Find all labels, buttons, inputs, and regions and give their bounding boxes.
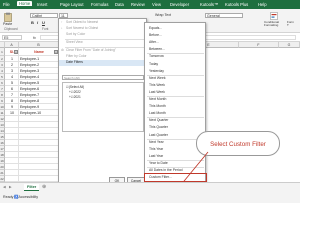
italic-button[interactable]: I [37,20,38,25]
menu-item-label: Sort Newest to Oldest [66,26,99,30]
paste-button[interactable]: Paste [3,12,13,26]
underline-button[interactable]: U [42,20,45,25]
submenu-item-equals[interactable]: Equals... [145,25,206,32]
tree-item-year[interactable]: +☑2021 [69,95,81,99]
conditional-formatting-label: Conditional Formatting [264,20,280,28]
clipboard-group-label: Clipboard [4,27,18,31]
tab-help[interactable]: Help [258,2,267,7]
tree-item-label: 2022 [73,90,81,94]
sheet-tab-filter[interactable]: Filter [24,184,40,191]
fx-label: fx [33,35,36,40]
submenu-item-between[interactable]: Between... [145,46,206,53]
status-ready: Ready [3,195,14,199]
submenu-item-year-to-date[interactable]: Year to Date [145,160,206,167]
name-box[interactable]: E5 [2,35,22,40]
tab-view[interactable]: View [152,2,161,7]
submenu-item-tomorrow[interactable]: Tomorrow [145,53,206,60]
bold-button[interactable]: B [31,20,34,25]
status-bar: Ready ♿Accessibility [0,191,300,203]
tab-file[interactable]: File [3,2,10,7]
menu-item-clear-filter[interactable]: ⊘ Clear Filter From "Date of Joining" [59,48,147,54]
menu-item-label: Sort Oldest to Newest [66,20,99,24]
filter-values-tree[interactable]: ☑(Select All) +☑2022 +☑2021 [62,82,144,132]
sheet-tabs-bar: ◀ ▶ Filter ⊕ [0,182,300,191]
submenu-item-today[interactable]: Today [145,61,206,68]
sort-desc-icon: ↓ [61,26,63,30]
menu-item-label: Date Filters [66,60,83,64]
date-filters-submenu: Equals... Before... After... Between... Tomo… [144,22,207,195]
tab-home[interactable]: Home [17,1,33,6]
prev-sheet-icon[interactable]: ◀ [3,185,6,189]
ribbon-tab-bar: File Home Insert Page Layout Formulas Da… [0,0,300,9]
submenu-item-this-quarter[interactable]: This Quarter [145,124,206,131]
tree-item-year[interactable]: +☑2022 [69,90,81,94]
next-sheet-icon[interactable]: ▶ [9,185,12,189]
filter-dropdown-menu: ↑ Sort Oldest to Newest ↓ Sort Newest to O… [58,18,147,188]
tab-review[interactable]: Review [131,2,145,7]
conditional-formatting-button[interactable]: Conditional Formatting [264,12,284,30]
menu-item-label: Sort by Color [66,32,86,36]
clear-filter-icon: ⊘ [61,48,64,52]
submenu-item-all-dates-in-the-period[interactable]: All Dates in the Period [145,167,206,174]
tree-item-select-all[interactable]: ☑(Select All) [66,85,84,89]
menu-item-sheet-view[interactable]: Sheet View› [59,40,147,46]
filter-dropdown-button[interactable]: ▾ [14,50,18,54]
submenu-item-custom-filter[interactable]: Custom Filter... [144,173,207,182]
menu-item-sort-newest[interactable]: ↓ Sort Newest to Oldest [59,26,147,32]
menu-item-date-filters[interactable]: Date Filters› [59,60,147,66]
tab-insert[interactable]: Insert [37,2,47,7]
clipboard-icon [4,12,12,22]
submenu-item-yesterday[interactable]: Yesterday [145,68,206,75]
format-as-table-label[interactable]: Form T [287,20,294,28]
tab-data[interactable]: Data [115,2,124,7]
add-sheet-icon[interactable]: ⊕ [42,184,46,190]
number-format-select[interactable]: General [205,13,243,18]
tab-kutools[interactable]: Kutools™ [200,2,218,7]
menu-item-filter-by-color[interactable]: Filter by Color› [59,54,147,60]
menu-item-label: Sheet View [66,40,83,44]
paste-label: Paste [3,22,13,26]
submenu-item-last-year[interactable]: Last Year [145,153,206,160]
tree-item-label: (Select All) [68,85,85,89]
submenu-item-this-month[interactable]: This Month [145,103,206,110]
wrap-text-button[interactable]: Wrap Text [155,13,171,17]
accessibility-label: Accessibility [18,195,39,199]
tab-kutools-plus[interactable]: Kutools Plus [225,2,248,7]
menu-item-sort-by-color[interactable]: Sort by Color› [59,32,147,38]
tab-developer[interactable]: Developer [170,2,189,7]
sort-asc-icon: ↑ [61,20,63,24]
font-group-label: Font [42,27,49,31]
menu-item-label: Filter by Color [66,54,87,58]
conditional-formatting-icon [270,12,278,20]
submenu-item-next-month[interactable]: Next Month [145,96,206,103]
callout-annotation: Select Custom Filter [196,131,280,156]
submenu-item-next-week[interactable]: Next Week [145,75,206,82]
column-header[interactable]: G [279,42,300,48]
submenu-item-before[interactable]: Before... [145,32,206,39]
submenu-item-last-month[interactable]: Last Month [145,110,206,117]
submenu-item-last-week[interactable]: Last Week [145,89,206,96]
submenu-item-next-quarter[interactable]: Next Quarter [145,117,206,124]
menu-item-label: Clear Filter From "Date of Joining" [66,48,116,52]
tab-page-layout[interactable]: Page Layout [60,2,84,7]
menu-item-sort-oldest[interactable]: ↑ Sort Oldest to Newest [59,20,147,26]
submenu-item-after[interactable]: After... [145,39,206,46]
submenu-item-this-week[interactable]: This Week [145,82,206,89]
tree-item-label: 2021 [73,95,81,99]
font-name-select[interactable]: Calibri [30,13,58,18]
accessibility-status[interactable]: ♿Accessibility [14,195,38,199]
tab-formulas[interactable]: Formulas [91,2,108,7]
header-cell-name[interactable]: Name [19,48,59,56]
filter-search-input[interactable]: Search (All) [62,75,144,80]
column-header[interactable]: F [239,42,279,48]
